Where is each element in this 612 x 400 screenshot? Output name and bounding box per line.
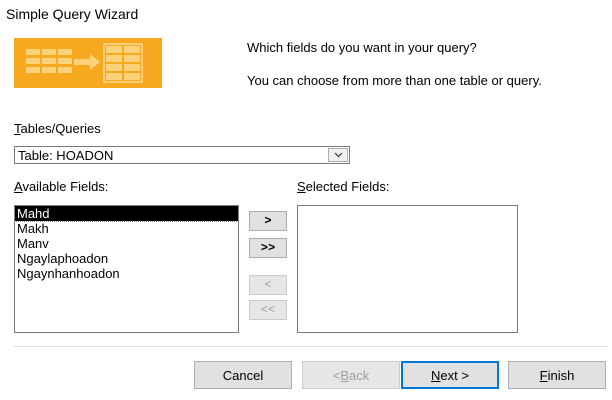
finish-button[interactable]: Finish — [508, 361, 606, 389]
available-label-rest: vailable Fields: — [22, 179, 109, 194]
field-item-ngaylaphoadon[interactable]: Ngaylaphoadon — [15, 251, 238, 266]
prompt-question: Which fields do you want in your query? — [247, 40, 477, 55]
prompt-hint: You can choose from more than one table … — [247, 73, 542, 88]
back-rest: ack — [349, 367, 370, 383]
field-item-makh[interactable]: Makh — [15, 221, 238, 236]
footer-divider — [14, 346, 608, 347]
field-item-mahd[interactable]: Mahd — [14, 205, 239, 222]
window-title: Simple Query Wizard — [6, 6, 139, 22]
cancel-button[interactable]: Cancel — [194, 361, 292, 389]
selected-fields-list[interactable] — [297, 205, 518, 333]
next-mnemonic: N — [431, 367, 441, 383]
tables-label-rest: ables/Queries — [20, 121, 101, 136]
add-field-button[interactable]: > — [249, 211, 287, 231]
selected-fields-label: Selected Fields: — [297, 179, 390, 194]
dropdown-button[interactable] — [328, 148, 348, 162]
selected-label-rest: elected Fields: — [305, 179, 390, 194]
back-button[interactable]: < Back — [302, 361, 400, 389]
next-rest: ext > — [440, 367, 469, 383]
tables-queries-label: Tables/Queries — [14, 121, 101, 136]
chevron-down-icon — [334, 152, 342, 158]
remove-field-button[interactable]: < — [249, 275, 287, 295]
available-fields-label: Available Fields: — [14, 179, 108, 194]
remove-all-fields-button[interactable]: << — [249, 300, 287, 320]
back-mnemonic: B — [340, 367, 350, 383]
tables-queries-combobox[interactable]: Table: HOADON — [14, 146, 350, 164]
next-button[interactable]: Next > — [401, 361, 499, 389]
back-prefix: < — [332, 367, 341, 383]
finish-rest: inish — [547, 367, 575, 383]
field-item-manv[interactable]: Manv — [15, 236, 238, 251]
tables-queries-value: Table: HOADON — [18, 148, 114, 163]
selected-label-mnemonic: S — [297, 179, 306, 194]
query-wizard-illustration — [14, 38, 236, 112]
finish-mnemonic: F — [539, 367, 548, 383]
available-fields-list[interactable]: Mahd Makh Manv Ngaylaphoadon Ngaynhanhoa… — [14, 205, 239, 333]
field-item-ngaynhanhoadon[interactable]: Ngaynhanhoadon — [15, 266, 238, 281]
add-all-fields-button[interactable]: >> — [249, 238, 287, 258]
